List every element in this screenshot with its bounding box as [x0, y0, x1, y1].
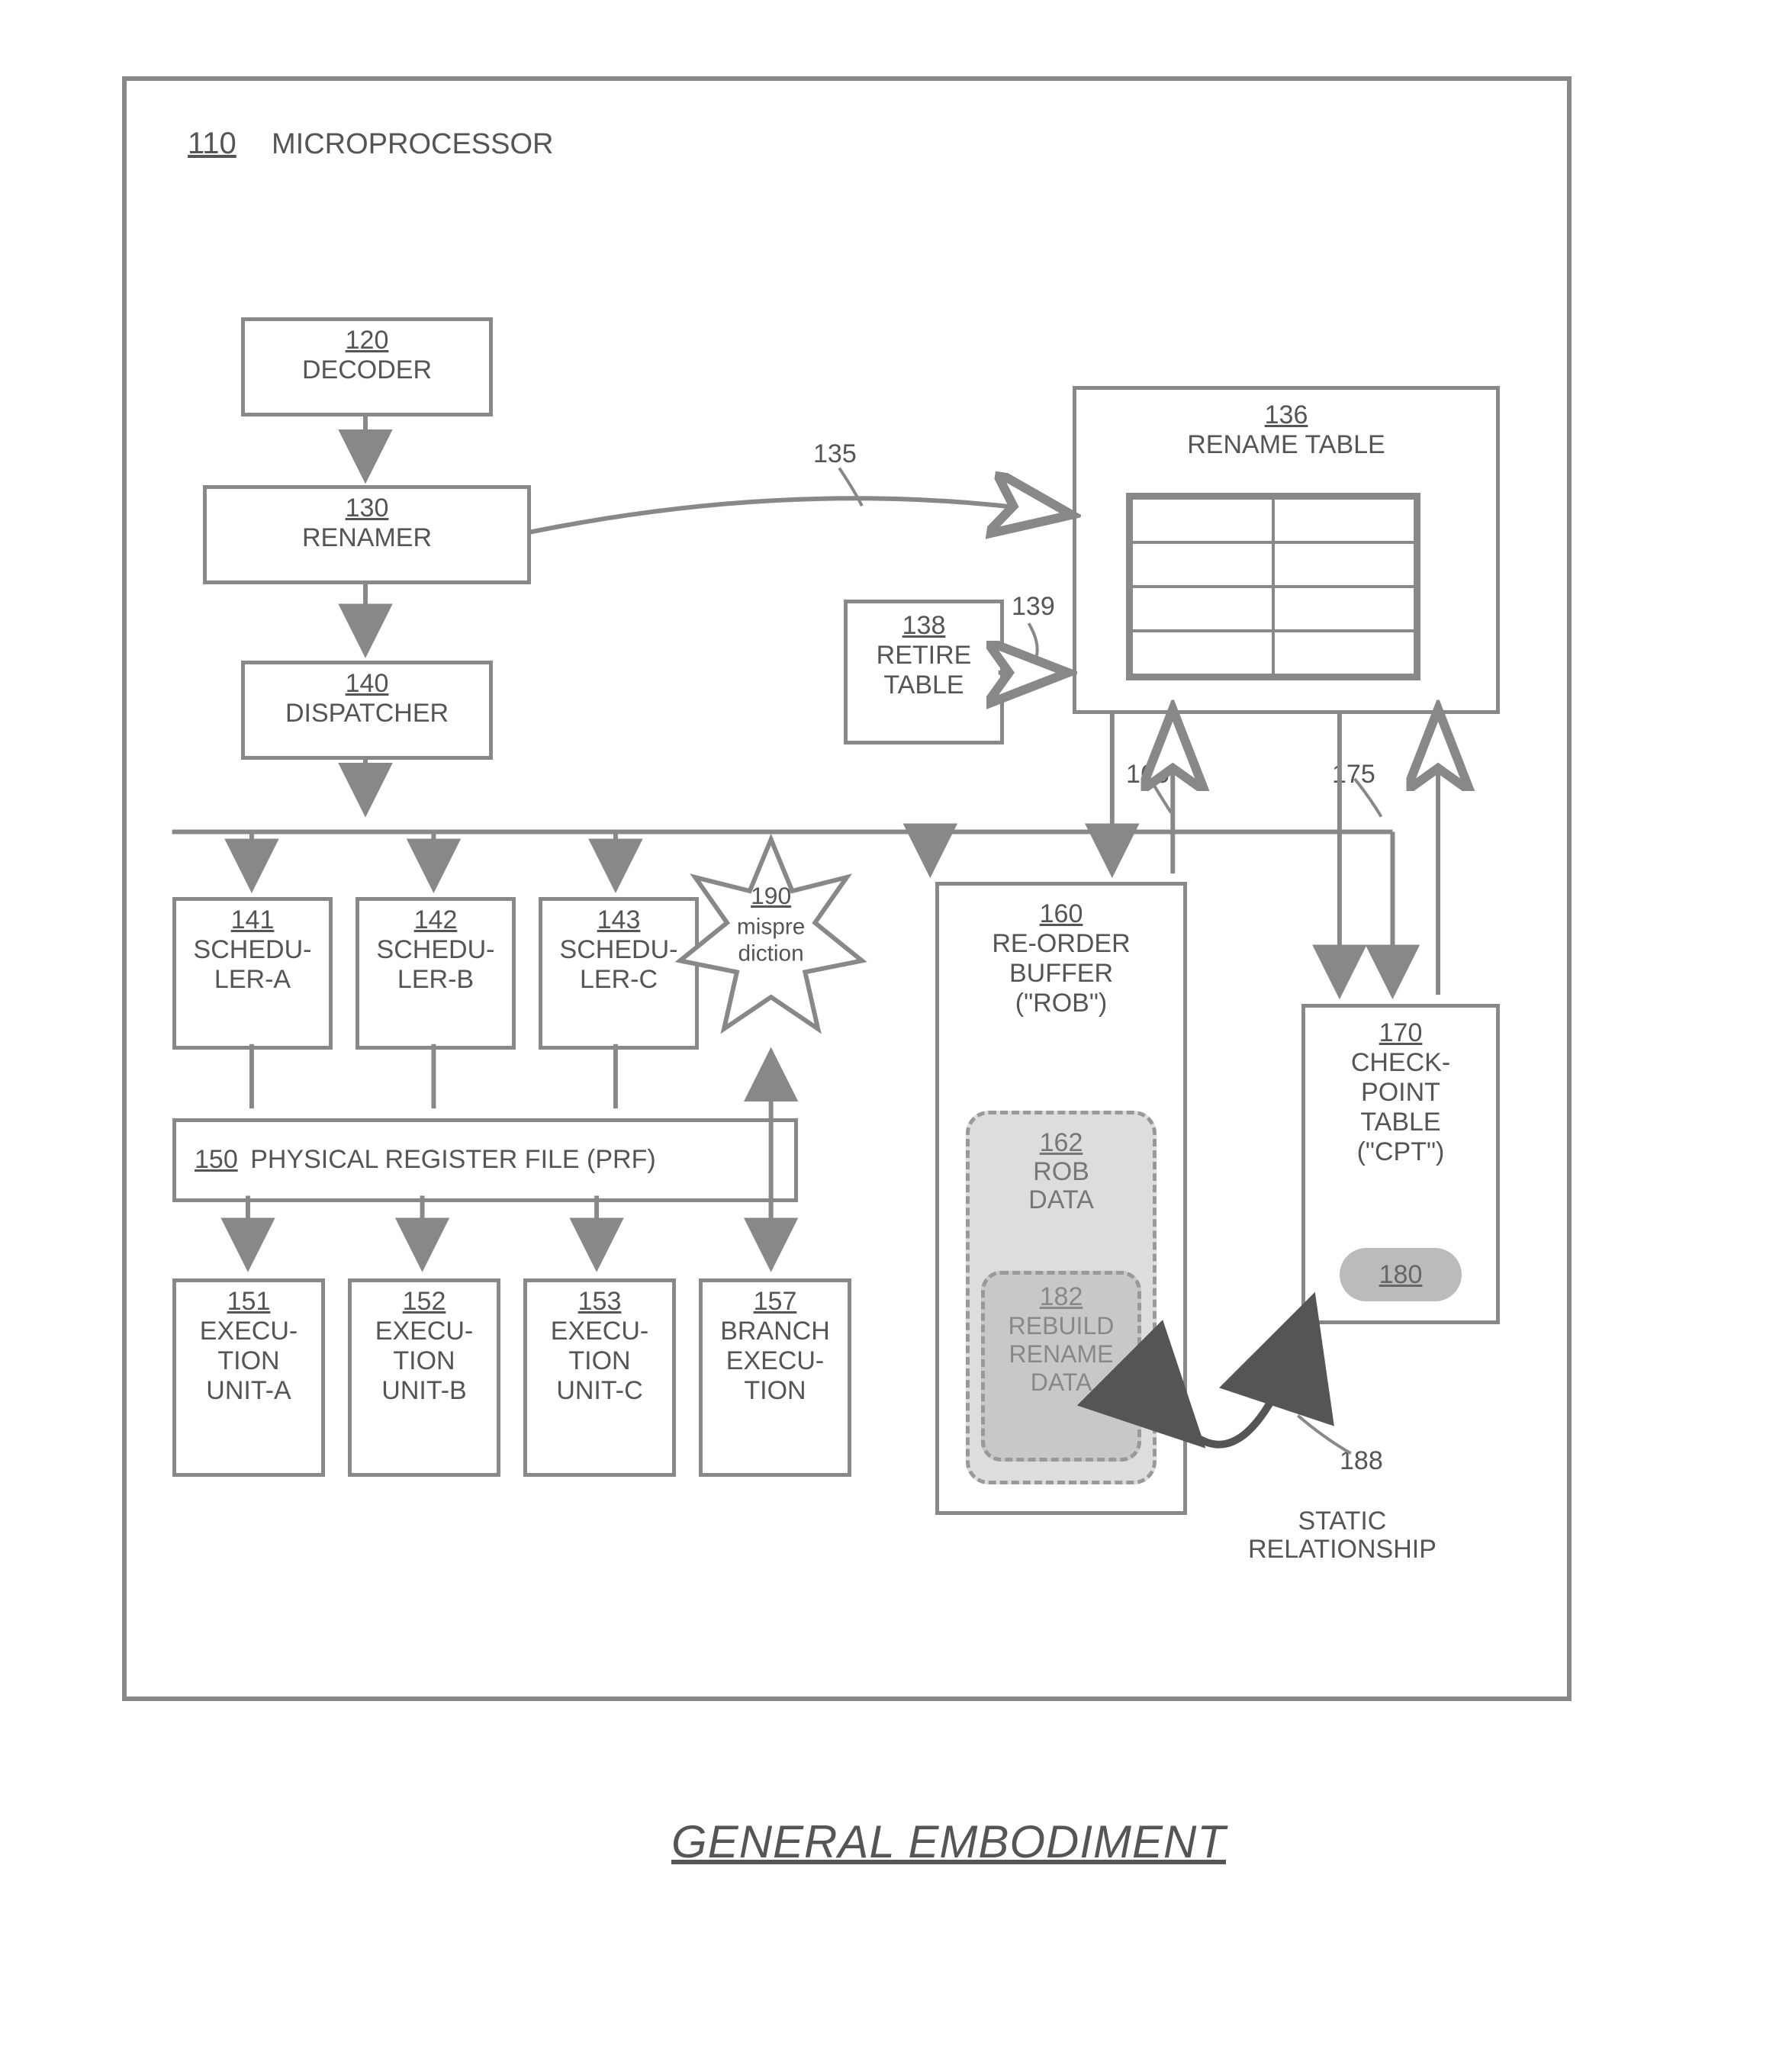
dispatcher-block: 140 DISPATCHER [241, 661, 493, 760]
callout-135: 135 [813, 439, 857, 469]
figure-caption: GENERAL EMBODIMENT [671, 1815, 1226, 1868]
retire-table-label: RETIRE TABLE [848, 641, 1000, 700]
callout-165: 165 [1126, 760, 1169, 790]
branch-exec-label: BRANCH EXECU- TION [703, 1317, 848, 1406]
renamer-label: RENAMER [207, 523, 527, 553]
branch-exec-block: 157 BRANCH EXECU- TION [699, 1278, 851, 1477]
title-ref: 110 [188, 127, 236, 161]
rob-ref: 160 [939, 899, 1183, 929]
prf-block: 150 PHYSICAL REGISTER FILE (PRF) [172, 1118, 798, 1202]
scheduler-a-block: 141 SCHEDU- LER-A [172, 897, 333, 1050]
decoder-block: 120 DECODER [241, 317, 493, 416]
exec-b-ref: 152 [352, 1287, 497, 1317]
cpt-inner-pill: 180 [1340, 1248, 1462, 1301]
mispre-label-1: mispre [737, 915, 805, 940]
rename-table-grid [1126, 493, 1420, 680]
retire-table-ref: 138 [848, 611, 1000, 641]
callout-188: 188 [1340, 1446, 1383, 1476]
exec-c-label: EXECU- TION UNIT-C [527, 1317, 672, 1406]
rename-table-label: RENAME TABLE [1076, 430, 1496, 460]
exec-b-block: 152 EXECU- TION UNIT-B [348, 1278, 500, 1477]
rebuild-label: REBUILD RENAME DATA [985, 1312, 1137, 1396]
cpt-inner-ref: 180 [1379, 1260, 1423, 1289]
prf-label: PHYSICAL REGISTER FILE (PRF) [250, 1145, 656, 1175]
scheduler-a-ref: 141 [176, 905, 329, 935]
exec-a-label: EXECU- TION UNIT-A [176, 1317, 321, 1406]
static-relationship-label: STATIC RELATIONSHIP [1248, 1507, 1436, 1565]
rebuild-rename-block: 182 REBUILD RENAME DATA [981, 1271, 1141, 1462]
branch-exec-ref: 157 [703, 1287, 848, 1317]
mispre-ref: 190 [751, 882, 791, 909]
exec-b-label: EXECU- TION UNIT-B [352, 1317, 497, 1406]
rob-data-label: ROB DATA [970, 1158, 1153, 1215]
decoder-label: DECODER [245, 355, 489, 385]
exec-a-block: 151 EXECU- TION UNIT-A [172, 1278, 325, 1477]
scheduler-b-label: SCHEDU- LER-B [359, 935, 512, 995]
renamer-block: 130 RENAMER [203, 485, 531, 584]
scheduler-c-label: SCHEDU- LER-C [542, 935, 695, 995]
mispre-label-2: diction [738, 941, 804, 966]
misprediction-star: 190 mispre diction [680, 839, 861, 1028]
exec-c-ref: 153 [527, 1287, 672, 1317]
rename-table-ref: 136 [1076, 400, 1496, 430]
scheduler-b-block: 142 SCHEDU- LER-B [356, 897, 516, 1050]
cpt-ref: 170 [1305, 1018, 1496, 1048]
callout-175: 175 [1332, 760, 1375, 790]
title-text: MICROPROCESSOR [272, 128, 553, 161]
retire-table-block: 138 RETIRE TABLE [844, 600, 1004, 744]
prf-ref: 150 [195, 1145, 238, 1175]
callout-139: 139 [1012, 592, 1055, 622]
scheduler-b-ref: 142 [359, 905, 512, 935]
dispatcher-label: DISPATCHER [245, 699, 489, 728]
decoder-ref: 120 [245, 326, 489, 355]
dispatcher-ref: 140 [245, 669, 489, 699]
scheduler-a-label: SCHEDU- LER-A [176, 935, 329, 995]
rob-data-ref: 162 [970, 1128, 1153, 1158]
exec-c-block: 153 EXECU- TION UNIT-C [523, 1278, 676, 1477]
cpt-label: CHECK- POINT TABLE ("CPT") [1305, 1048, 1496, 1167]
microprocessor-outline: 110 MICROPROCESSOR 120 DECODER 130 RENAM… [122, 76, 1572, 1701]
renamer-ref: 130 [207, 494, 527, 523]
scheduler-c-ref: 143 [542, 905, 695, 935]
exec-a-ref: 151 [176, 1287, 321, 1317]
rebuild-ref: 182 [985, 1282, 1137, 1312]
scheduler-c-block: 143 SCHEDU- LER-C [539, 897, 699, 1050]
rob-label: RE-ORDER BUFFER ("ROB") [939, 929, 1183, 1018]
